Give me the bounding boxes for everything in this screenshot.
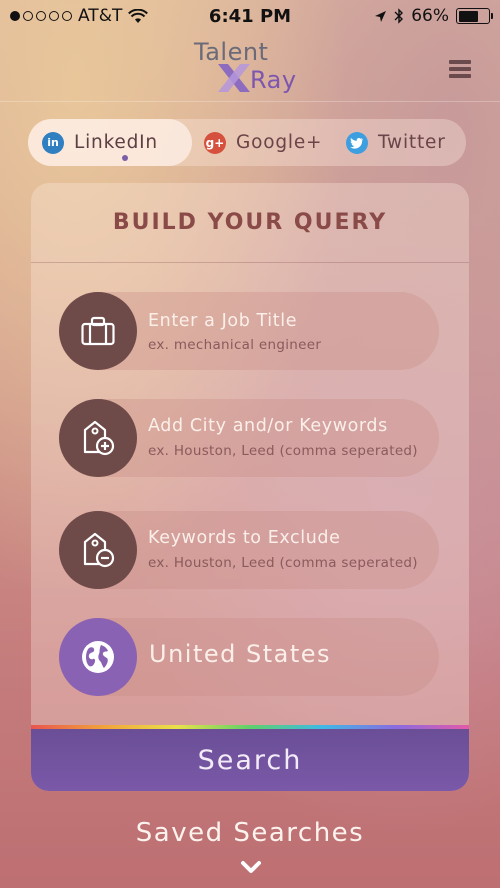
field-placeholder: ex. mechanical engineer [148, 337, 322, 353]
battery-percent: 66% [411, 6, 449, 26]
tab-linkedin[interactable]: in LinkedIn [28, 119, 192, 166]
globe-icon [59, 618, 137, 696]
search-button-label: Search [197, 744, 303, 776]
logo-text-ray: Ray [250, 66, 297, 94]
tab-google-plus[interactable]: g+ Google+ [192, 119, 332, 166]
logo-x-mark-icon [218, 64, 250, 92]
search-button[interactable]: Search [31, 729, 469, 791]
exclude-keywords-field[interactable]: Keywords to Exclude ex. Houston, Leed (c… [59, 511, 439, 589]
status-bar: AT&T 6:41 PM 66% [0, 0, 500, 32]
tab-label: Google+ [236, 132, 323, 153]
active-tab-indicator [122, 155, 128, 161]
status-right: 66% [374, 6, 493, 26]
job-title-field[interactable]: Enter a Job Title ex. mechanical enginee… [59, 292, 439, 370]
twitter-icon [346, 131, 368, 154]
tag-add-icon [59, 399, 137, 477]
field-placeholder: ex. Houston, Leed (comma seperated) [148, 443, 418, 459]
network-tabs: in LinkedIn g+ Google+ Twitter [28, 119, 466, 166]
carrier-label: AT&T [78, 6, 123, 26]
tab-label: LinkedIn [74, 132, 158, 153]
wifi-icon [128, 8, 149, 23]
tab-label: Twitter [378, 132, 446, 153]
query-card: BUILD YOUR QUERY Enter a Job Title ex. m… [31, 183, 469, 791]
tag-remove-icon [59, 511, 137, 589]
saved-searches-link[interactable]: Saved Searches [0, 818, 500, 848]
country-value: United States [149, 640, 332, 668]
hamburger-menu-icon[interactable] [449, 60, 471, 78]
briefcase-icon [59, 292, 137, 370]
app-header: Talent Ray [0, 32, 500, 102]
field-label: Add City and/or Keywords [148, 416, 388, 436]
chevron-down-icon[interactable] [240, 860, 262, 876]
status-left: AT&T [10, 6, 149, 26]
card-title-bar: BUILD YOUR QUERY [31, 183, 469, 263]
country-selector[interactable]: United States [59, 618, 439, 696]
battery-icon [456, 8, 493, 24]
battery-level [458, 10, 478, 22]
linkedin-icon: in [42, 131, 64, 154]
bluetooth-icon [394, 8, 404, 24]
signal-strength-icon [10, 11, 72, 21]
field-label: Enter a Job Title [148, 311, 298, 331]
field-placeholder: ex. Houston, Leed (comma seperated) [148, 555, 418, 571]
card-title: BUILD YOUR QUERY [112, 210, 388, 235]
tab-twitter[interactable]: Twitter [332, 119, 466, 166]
field-label: Keywords to Exclude [148, 528, 341, 548]
talent-xray-logo: Talent Ray [190, 36, 320, 98]
google-plus-icon: g+ [204, 131, 226, 154]
location-arrow-icon [375, 10, 387, 22]
city-keywords-field[interactable]: Add City and/or Keywords ex. Houston, Le… [59, 399, 439, 477]
